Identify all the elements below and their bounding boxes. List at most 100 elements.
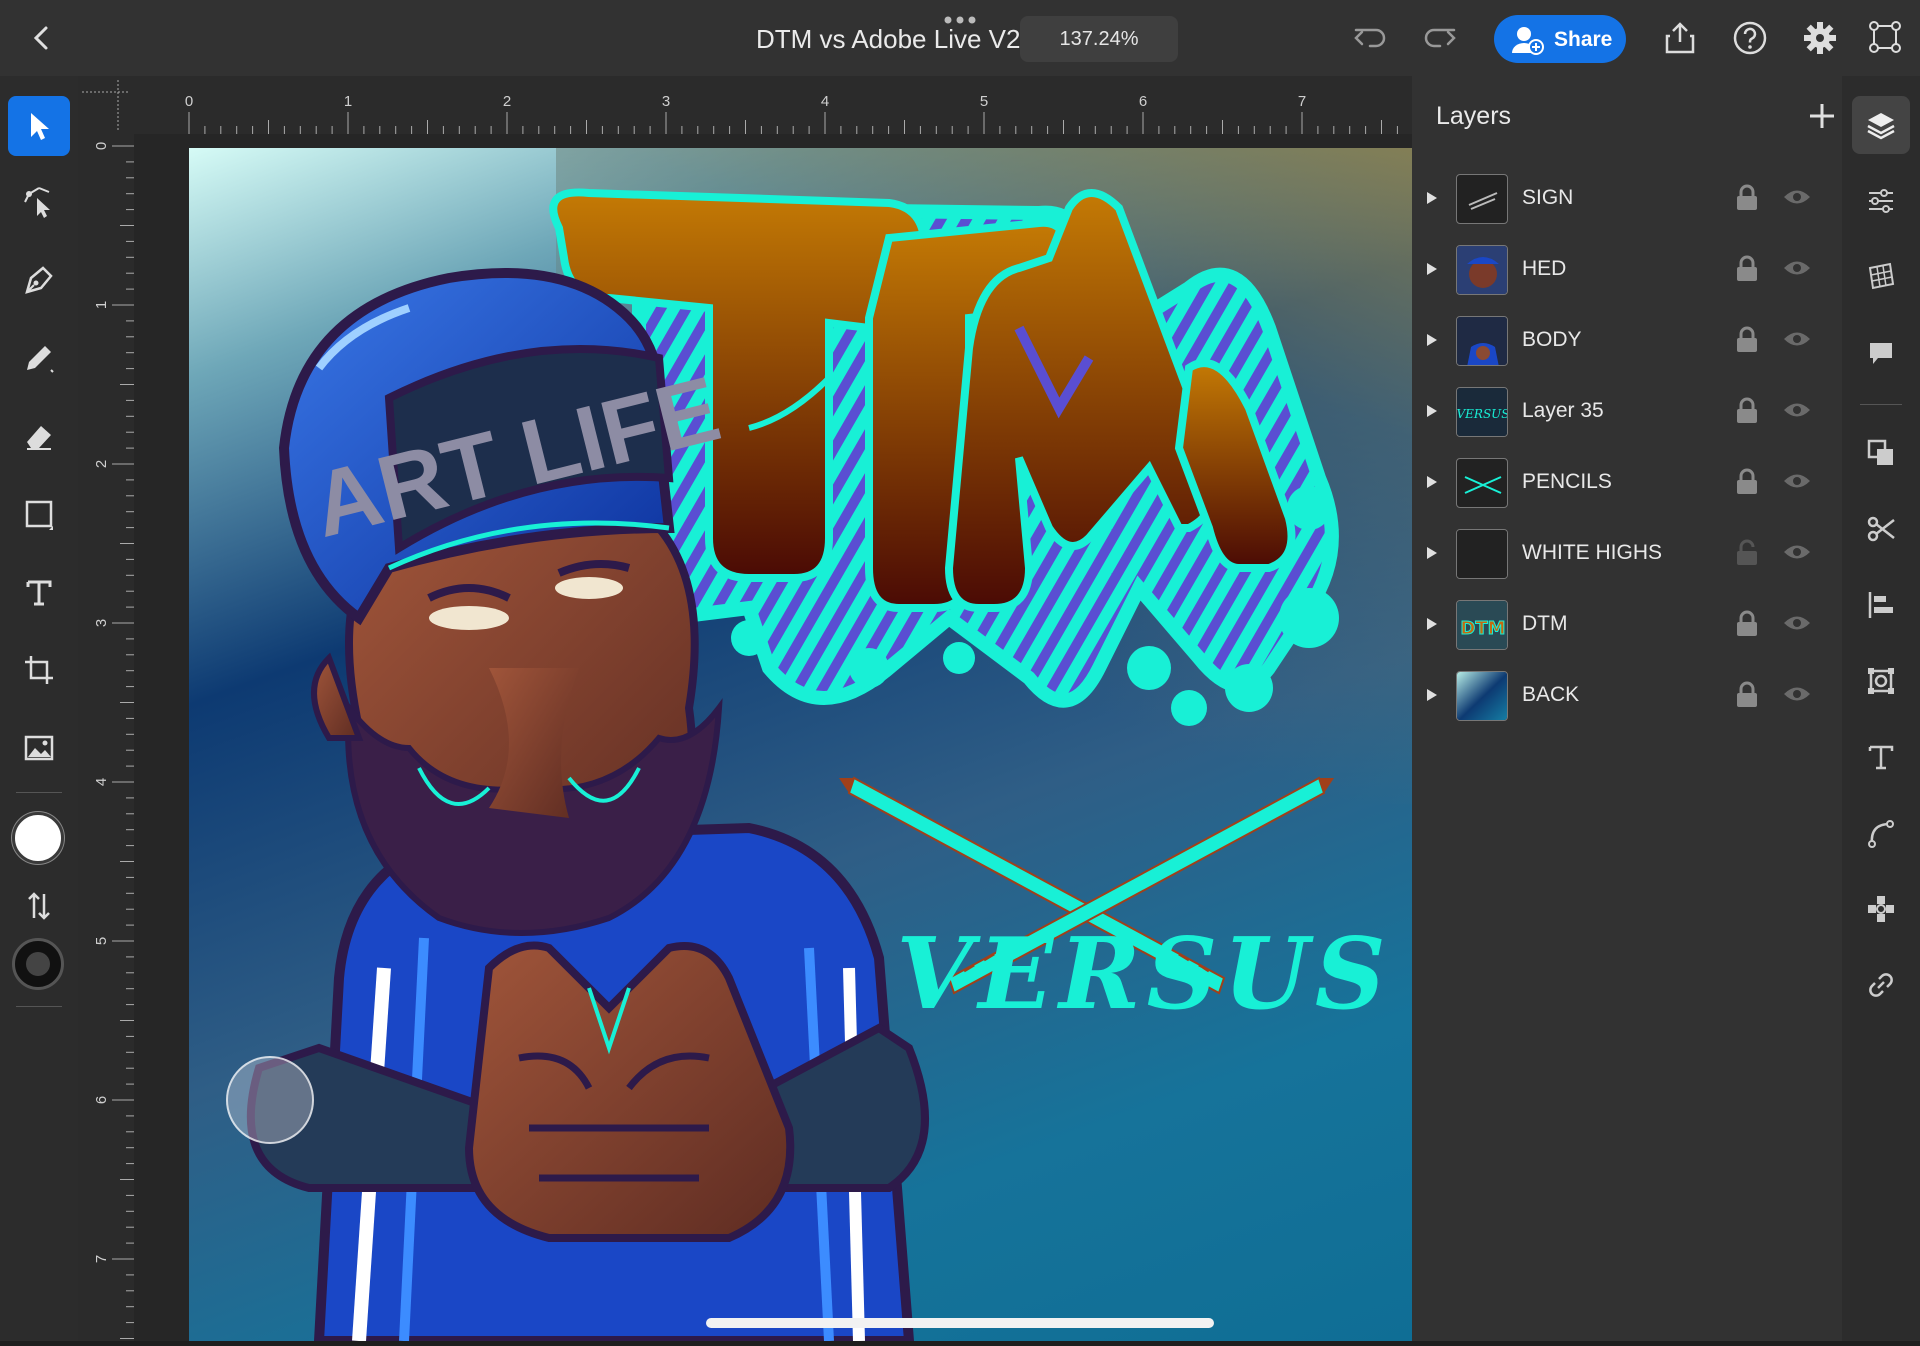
layer-lock-toggle[interactable] <box>1734 610 1760 643</box>
lock-icon <box>1737 255 1757 281</box>
layer-lock-toggle[interactable] <box>1734 184 1760 217</box>
layer-lock-toggle[interactable] <box>1734 681 1760 714</box>
layer-name[interactable]: SIGN <box>1522 186 1573 210</box>
layer-row[interactable]: PENCILS <box>1412 448 1842 518</box>
vertical-ruler[interactable]: 0 1 2 3 4 5 6 7 <box>78 134 134 1341</box>
export-button[interactable] <box>1660 18 1700 58</box>
lock-icon <box>1737 397 1757 423</box>
touch-shortcut[interactable] <box>226 1056 314 1144</box>
svg-text:VERSUS: VERSUS <box>1457 407 1508 421</box>
layer-row[interactable]: DTM DTM <box>1412 590 1842 660</box>
lock-icon <box>1737 184 1757 210</box>
versus-text[interactable]: VERSUS <box>896 917 1391 1032</box>
links-panel-button[interactable] <box>1852 956 1910 1014</box>
transform-panel-button[interactable] <box>1852 652 1910 710</box>
layer-lock-toggle[interactable] <box>1734 326 1760 359</box>
swap-colors-button[interactable] <box>8 876 70 936</box>
rectangle-tool[interactable] <box>8 484 70 544</box>
layer-lock-toggle[interactable] <box>1734 539 1760 572</box>
pen-icon <box>25 266 53 294</box>
layer-visibility-toggle[interactable] <box>1782 257 1812 284</box>
path-panel-button[interactable] <box>1852 804 1910 862</box>
redo-button[interactable] <box>1420 18 1460 58</box>
layer-row[interactable]: BODY <box>1412 306 1842 376</box>
repeat-panel-button[interactable] <box>1852 880 1910 938</box>
select-tool[interactable] <box>8 96 70 156</box>
stroke-color-swatch[interactable] <box>12 938 64 990</box>
layer-name[interactable]: Layer 35 <box>1522 399 1604 423</box>
arrange-panel-button[interactable] <box>1852 424 1910 482</box>
layer-lock-toggle[interactable] <box>1734 468 1760 501</box>
chevron-left-icon <box>33 26 48 50</box>
expand-layer-caret[interactable] <box>1426 262 1438 281</box>
back-button[interactable] <box>22 18 62 58</box>
direct-select-tool[interactable] <box>8 172 70 232</box>
layer-lock-toggle[interactable] <box>1734 255 1760 288</box>
layer-visibility-toggle[interactable] <box>1782 683 1812 710</box>
horizontal-ruler[interactable]: 0 1 2 3 4 5 6 7 <box>134 76 1412 134</box>
pen-tool[interactable] <box>8 250 70 310</box>
artboard[interactable]: VERSUS ART LIFE <box>189 148 1412 1341</box>
layer-row[interactable]: HED <box>1412 235 1842 305</box>
layer-name[interactable]: BACK <box>1522 683 1579 707</box>
layer-thumbnail <box>1456 316 1508 366</box>
layer-visibility-toggle[interactable] <box>1782 399 1812 426</box>
more-options-button[interactable] <box>940 12 980 24</box>
expand-layer-caret[interactable] <box>1426 475 1438 494</box>
document-title[interactable]: DTM vs Adobe Live V2 <box>756 24 1020 56</box>
type-tool[interactable] <box>8 562 70 622</box>
layers-panel-button[interactable] <box>1852 96 1910 154</box>
comments-panel-button[interactable] <box>1852 324 1910 382</box>
ruler-label: 3 <box>93 619 110 627</box>
home-indicator[interactable] <box>706 1318 1214 1328</box>
expand-layer-caret[interactable] <box>1426 404 1438 423</box>
share-button[interactable]: Share <box>1494 15 1626 63</box>
ruler-label: 1 <box>344 93 352 110</box>
caret-right-icon <box>1427 689 1437 701</box>
settings-button[interactable] <box>1800 18 1840 58</box>
eraser-tool[interactable] <box>8 406 70 466</box>
layer-row[interactable]: SIGN <box>1412 164 1842 234</box>
layer-name[interactable]: DTM <box>1522 612 1568 636</box>
pencil-tool[interactable] <box>8 328 70 388</box>
layer-visibility-toggle[interactable] <box>1782 541 1812 568</box>
expand-layer-caret[interactable] <box>1426 688 1438 707</box>
layer-thumbnail: VERSUS <box>1456 387 1508 437</box>
layer-visibility-toggle[interactable] <box>1782 186 1812 213</box>
fill-color-swatch[interactable] <box>12 812 64 864</box>
layer-thumbnail <box>1456 174 1508 224</box>
rectangle-icon <box>25 500 53 530</box>
layer-lock-toggle[interactable] <box>1734 397 1760 430</box>
layer-visibility-toggle[interactable] <box>1782 612 1812 639</box>
help-button[interactable] <box>1730 18 1770 58</box>
layer-row[interactable]: WHITE HIGHS <box>1412 519 1842 589</box>
align-panel-button[interactable] <box>1852 576 1910 634</box>
layer-name[interactable]: BODY <box>1522 328 1582 352</box>
image-tool[interactable] <box>8 718 70 778</box>
properties-panel-button[interactable] <box>1852 172 1910 230</box>
transform-button[interactable] <box>1866 18 1906 58</box>
pencil-icon <box>27 346 54 373</box>
cut-panel-button[interactable] <box>1852 500 1910 558</box>
expand-layer-caret[interactable] <box>1426 617 1438 636</box>
layer-row[interactable]: BACK <box>1412 661 1842 731</box>
eraser-icon <box>27 426 51 450</box>
add-layer-button[interactable] <box>1806 100 1838 132</box>
node-select-icon <box>24 187 50 218</box>
expand-layer-caret[interactable] <box>1426 546 1438 565</box>
canvas-area[interactable]: VERSUS ART LIFE <box>134 134 1412 1341</box>
grid-panel-button[interactable] <box>1852 248 1910 306</box>
layer-visibility-toggle[interactable] <box>1782 328 1812 355</box>
expand-layer-caret[interactable] <box>1426 191 1438 210</box>
layer-name[interactable]: PENCILS <box>1522 470 1612 494</box>
swap-icon <box>28 892 50 920</box>
layer-visibility-toggle[interactable] <box>1782 470 1812 497</box>
layer-name[interactable]: HED <box>1522 257 1566 281</box>
crop-tool[interactable] <box>8 640 70 700</box>
layer-row[interactable]: VERSUS Layer 35 <box>1412 377 1842 447</box>
type-panel-button[interactable] <box>1852 728 1910 786</box>
expand-layer-caret[interactable] <box>1426 333 1438 352</box>
undo-button[interactable] <box>1350 18 1390 58</box>
layer-name[interactable]: WHITE HIGHS <box>1522 541 1662 565</box>
zoom-level[interactable]: 137.24% <box>1020 16 1178 62</box>
